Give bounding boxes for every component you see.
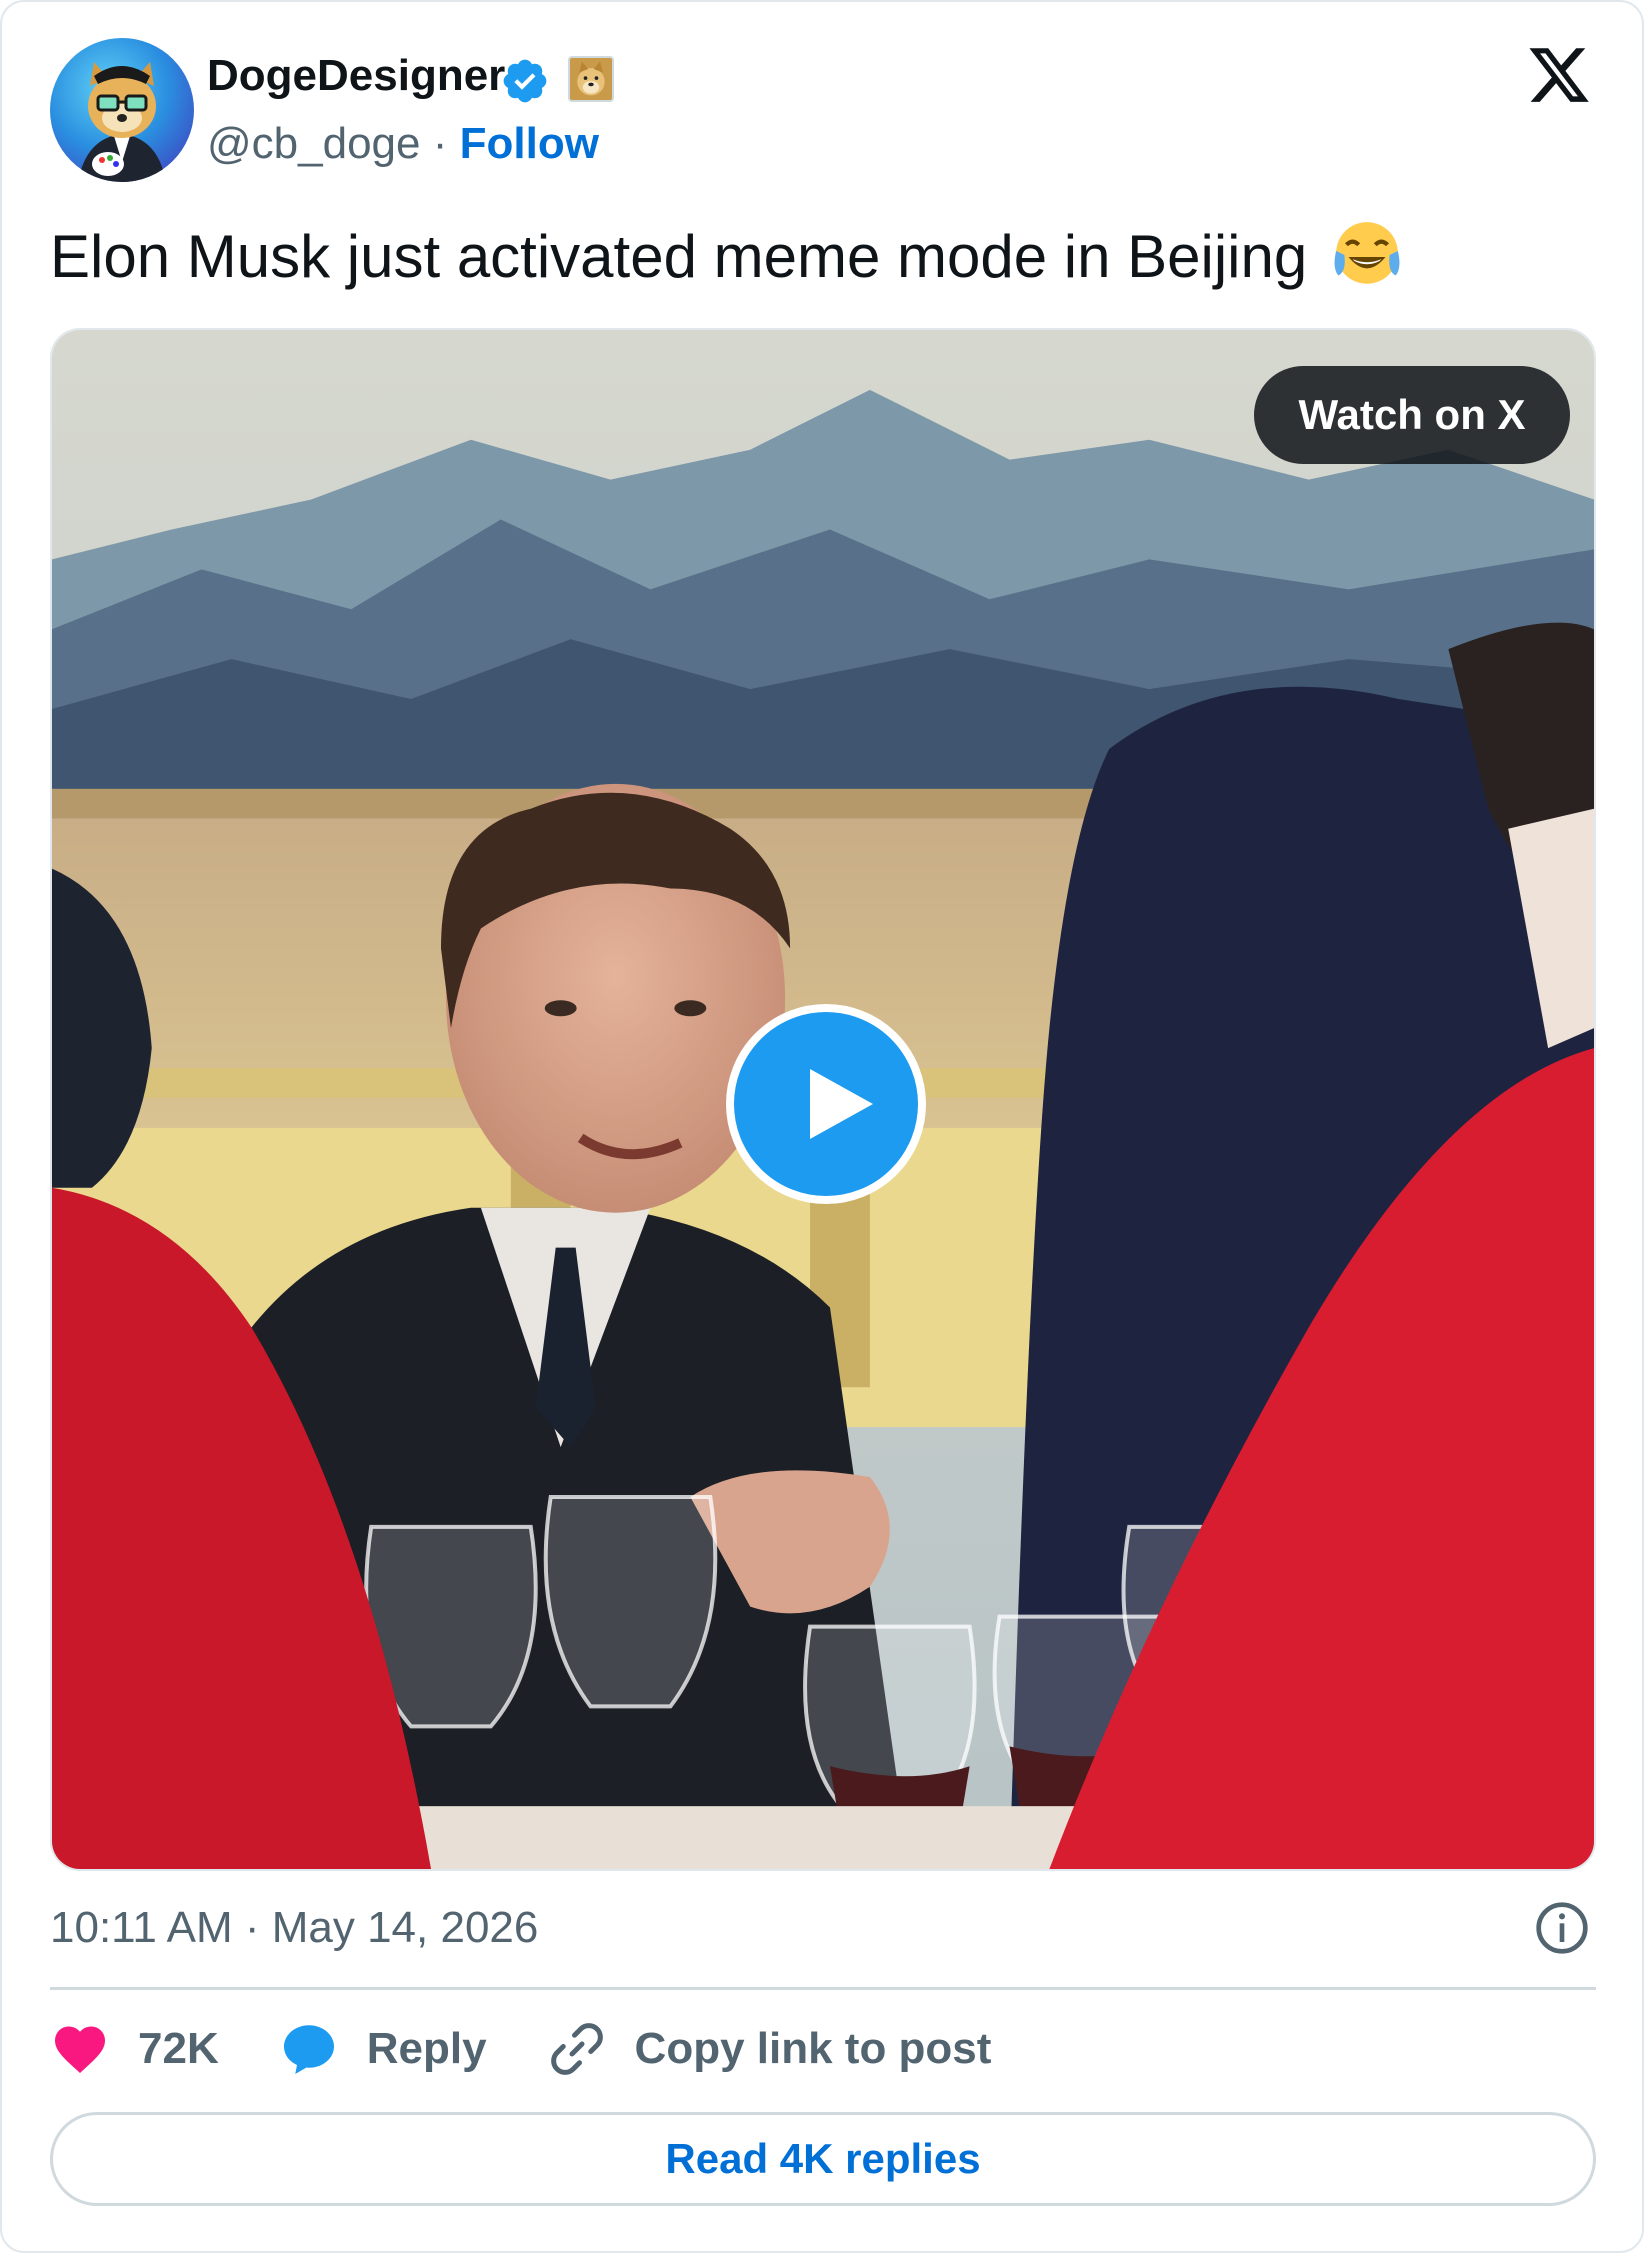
reply-button[interactable]: Reply — [279, 2019, 487, 2079]
post-timestamp[interactable]: 10:11 AM · May 14, 2026 — [50, 1900, 538, 1956]
verified-badge-icon — [503, 59, 547, 103]
author-handle[interactable]: @cb_doge — [207, 119, 421, 168]
speech-bubble-icon — [283, 2025, 334, 2074]
like-count: 72K — [138, 2024, 219, 2073]
heart-icon — [55, 2026, 105, 2073]
embedded-post-card: DogeDesigner @cb_doge · Follow Elon Musk… — [0, 0, 1644, 2253]
link-icon — [550, 2023, 603, 2075]
play-video-button[interactable] — [726, 1004, 926, 1204]
author-display-name[interactable]: DogeDesigner — [207, 48, 505, 104]
affiliate-doge-badge-icon[interactable] — [568, 56, 614, 102]
handle-separator: · — [420, 119, 460, 168]
divider — [50, 1987, 1596, 1990]
author-handle-row: @cb_doge · Follow — [207, 116, 599, 172]
post-text: Elon Musk just activated meme mode in Be… — [50, 217, 1404, 298]
copy-link-label: Copy link to post — [634, 2024, 992, 2073]
info-icon[interactable] — [1534, 1900, 1590, 1956]
video-media[interactable]: Watch on X — [50, 328, 1596, 1871]
post-text-content: Elon Musk just activated meme mode in Be… — [50, 223, 1308, 290]
read-replies-button[interactable]: Read 4K replies — [50, 2112, 1596, 2206]
watch-on-x-button[interactable]: Watch on X — [1254, 366, 1570, 464]
play-icon — [810, 1069, 873, 1139]
post-actions: 72K Reply Copy link to post — [50, 2016, 1051, 2082]
author-avatar[interactable] — [50, 38, 194, 182]
tears-of-joy-emoji-icon — [1334, 222, 1400, 284]
follow-button[interactable]: Follow — [460, 119, 599, 168]
like-button[interactable]: 72K — [50, 2019, 219, 2079]
x-logo-icon[interactable] — [1526, 42, 1592, 108]
copy-link-button[interactable]: Copy link to post — [547, 2019, 992, 2079]
reply-label: Reply — [366, 2024, 487, 2073]
